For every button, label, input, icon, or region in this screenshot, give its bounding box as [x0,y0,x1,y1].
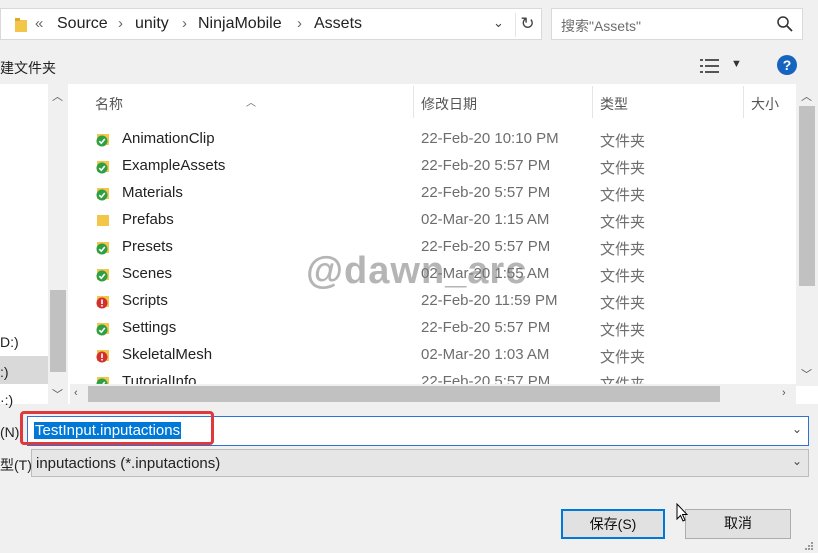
help-icon[interactable]: ? [777,55,797,75]
folder-synced-icon [96,269,109,282]
column-divider[interactable] [413,86,414,118]
folder-synced-icon [96,242,109,255]
resize-grip-icon[interactable] [804,541,814,551]
breadcrumb-unity[interactable]: unity [135,15,169,33]
nav-item-drive[interactable]: :) [0,364,9,380]
file-name: ExampleAssets [122,157,226,174]
chevron-down-icon[interactable]: ⌄ [792,454,802,468]
file-type: 文件夹 [600,160,646,177]
mouse-cursor-icon [676,503,688,522]
file-row[interactable]: AnimationClip 22-Feb-20 10:10 PM 文件夹 [70,126,790,153]
file-type: 文件夹 [600,133,646,150]
file-modified-date: 22-Feb-20 10:10 PM [421,130,559,147]
nav-scroll-thumb[interactable] [50,290,66,372]
horizontal-scrollbar[interactable]: ‹ › [70,384,796,404]
breadcrumb-assets[interactable]: Assets [314,15,362,33]
file-row[interactable]: Prefabs 02-Mar-20 1:15 AM 文件夹 [70,207,790,234]
annotation-highlight-box [20,411,214,445]
file-type: 文件夹 [600,214,646,231]
file-type: 文件夹 [600,295,646,312]
column-header-size[interactable]: 大小 [751,94,779,114]
file-modified-date: 22-Feb-20 5:57 PM [421,157,551,174]
file-modified-date: 22-Feb-20 11:59 PM [421,292,558,309]
scroll-down-icon[interactable]: ﹀ [801,366,812,382]
file-type: 文件夹 [600,268,646,285]
column-divider[interactable] [743,86,744,118]
file-name: SkeletalMesh [122,346,213,363]
folder-icon [97,215,109,226]
filetype-value: inputactions (*.inputactions) [36,455,221,472]
file-row[interactable]: SkeletalMesh 02-Mar-20 1:03 AM 文件夹 [70,342,790,369]
folder-conflict-icon [96,296,109,309]
file-type: 文件夹 [600,187,646,204]
folder-synced-icon [96,188,109,201]
file-modified-date: 22-Feb-20 5:57 PM [421,184,551,201]
breadcrumb-source[interactable]: Source [57,15,108,33]
breadcrumb-ninjamobile[interactable]: NinjaMobile [198,15,282,33]
sort-ascending-icon: ︿ [246,98,256,109]
file-list[interactable]: 名称 ︿ 修改日期 类型 大小 AnimationClip 22-Feb-20 1… [70,84,818,404]
file-modified-date: 02-Mar-20 1:15 AM [421,211,550,228]
file-name: Scenes [122,265,173,282]
file-row[interactable]: ExampleAssets 22-Feb-20 5:57 PM 文件夹 [70,153,790,180]
file-list-scrollbar[interactable]: ︿ ﹀ [796,84,818,386]
file-name: Settings [122,319,177,336]
address-bar[interactable]: « Source › unity › NinjaMobile › Assets … [0,8,542,40]
file-type: 文件夹 [600,241,646,258]
column-divider[interactable] [592,86,593,118]
folder-synced-icon [96,161,109,174]
watermark: @dawn_arc [306,250,528,292]
chevron-right-icon[interactable]: › [297,15,302,32]
file-name: Prefabs [122,211,174,228]
refresh-icon[interactable]: ↻ [515,13,539,37]
view-options-icon[interactable] [700,58,720,74]
navigation-pane[interactable]: D:) :) ·:) ︿ ﹀ [0,84,70,408]
horizontal-scroll-thumb[interactable] [88,386,720,402]
file-name: AnimationClip [122,130,215,147]
file-name: Materials [122,184,183,201]
file-list-scroll-thumb[interactable] [799,106,815,286]
search-icon[interactable] [776,15,794,33]
nav-scrollbar[interactable]: ︿ ﹀ [48,84,68,404]
column-header-name[interactable]: 名称 [95,94,123,114]
folder-conflict-icon [96,350,109,363]
cancel-button[interactable]: 取消 [685,509,791,539]
file-row[interactable]: Settings 22-Feb-20 5:57 PM 文件夹 [70,315,790,342]
nav-item-drive[interactable]: D:) [0,334,19,350]
search-input[interactable]: 搜索"Assets" [561,16,641,36]
chevron-right-icon[interactable]: › [118,15,123,32]
overflow-chevron[interactable]: « [35,15,43,32]
folder-synced-icon [96,323,109,336]
nav-item-drive[interactable]: ·:) [0,392,13,408]
scroll-right-icon[interactable]: › [782,387,786,399]
address-dropdown-icon[interactable]: ⌄ [493,15,504,31]
chevron-right-icon[interactable]: › [182,15,187,32]
view-dropdown-icon[interactable]: ▼ [731,58,742,70]
scroll-down-icon[interactable]: ﹀ [52,386,63,402]
search-box[interactable]: 搜索"Assets" [551,8,803,40]
folder-icon [15,18,27,32]
chevron-down-icon[interactable]: ⌄ [792,422,802,436]
column-header-type[interactable]: 类型 [600,94,628,114]
file-name: Presets [122,238,173,255]
file-modified-date: 02-Mar-20 1:03 AM [421,346,550,363]
new-folder-button[interactable]: 建文件夹 [0,58,56,78]
file-type: 文件夹 [600,349,646,366]
file-row[interactable]: Materials 22-Feb-20 5:57 PM 文件夹 [70,180,790,207]
column-header-modified[interactable]: 修改日期 [421,94,477,114]
filetype-select[interactable]: inputactions (*.inputactions) ⌄ [31,449,809,477]
file-type: 文件夹 [600,322,646,339]
scroll-up-icon[interactable]: ︿ [52,88,63,104]
folder-synced-icon [96,134,109,147]
file-name: Scripts [122,292,168,309]
scroll-left-icon[interactable]: ‹ [74,387,78,399]
scroll-up-icon[interactable]: ︿ [801,88,812,104]
file-modified-date: 22-Feb-20 5:57 PM [421,319,551,336]
save-button[interactable]: 保存(S) [561,509,665,539]
